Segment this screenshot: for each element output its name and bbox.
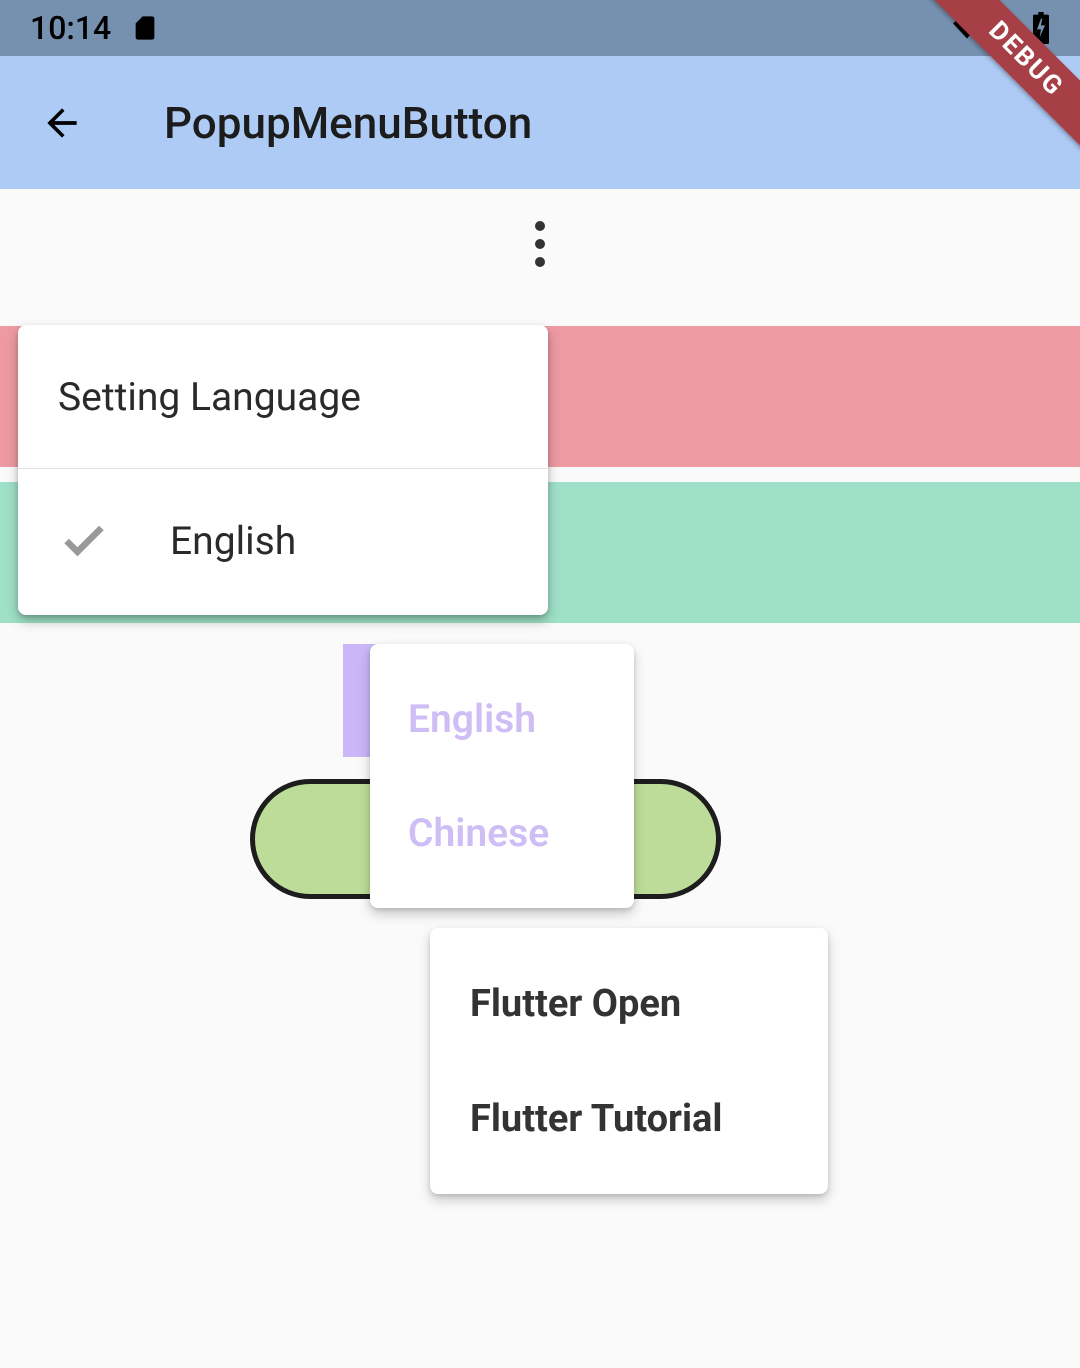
popup-flutter-item-label: Flutter Tutorial (470, 1097, 722, 1141)
popup-settings: Setting Language English (18, 325, 548, 615)
popup-settings-header: Setting Language (18, 325, 548, 469)
page-title: PopupMenuButton (164, 97, 532, 149)
popup-language-item[interactable]: Chinese (370, 776, 634, 890)
popup-flutter-item[interactable]: Flutter Tutorial (430, 1061, 828, 1176)
status-bar: 10:14 (0, 0, 1080, 56)
more-vert-icon[interactable] (530, 220, 550, 268)
popup-flutter: Flutter Open Flutter Tutorial (430, 928, 828, 1194)
popup-language-item[interactable]: English (370, 662, 634, 776)
popup-flutter-item-label: Flutter Open (470, 982, 681, 1026)
back-icon[interactable] (40, 101, 84, 145)
popup-language-item-label: Chinese (408, 810, 549, 856)
popup-settings-item[interactable]: English (18, 469, 548, 613)
popup-settings-title: Setting Language (58, 374, 361, 420)
popup-language: English Chinese (370, 644, 634, 908)
check-icon (58, 515, 110, 567)
sd-card-icon (131, 12, 159, 44)
app-bar: PopupMenuButton (0, 56, 1080, 189)
popup-flutter-item[interactable]: Flutter Open (430, 946, 828, 1061)
status-time: 10:14 (30, 9, 111, 47)
popup-settings-item-label: English (170, 518, 296, 564)
popup-language-item-label: English (408, 696, 536, 742)
